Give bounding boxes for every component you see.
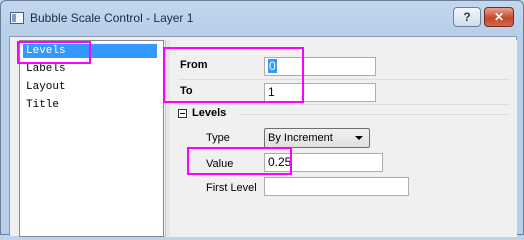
window-title: Bubble Scale Control - Layer 1: [30, 11, 194, 25]
settings-tree[interactable]: Levels Labels Layout Title: [19, 40, 164, 237]
type-selected-value: By Increment: [268, 132, 333, 144]
tree-item-labels[interactable]: Labels: [23, 62, 69, 76]
separator: [240, 114, 510, 115]
highlight-box-from-to: [163, 47, 304, 103]
separator: [178, 104, 510, 105]
tree-item-layout[interactable]: Layout: [23, 80, 69, 94]
title-bar[interactable]: Bubble Scale Control - Layer 1 ? ✕: [1, 1, 523, 35]
tree-item-title[interactable]: Title: [23, 98, 62, 112]
help-button[interactable]: ?: [453, 7, 481, 27]
highlight-box-value: [187, 147, 292, 175]
first-level-input[interactable]: [264, 177, 409, 196]
chevron-down-icon: [355, 136, 363, 140]
levels-section-title: Levels: [192, 107, 227, 119]
type-label: Type: [206, 132, 230, 144]
dialog-window: Bubble Scale Control - Layer 1 ? ✕ Level…: [0, 0, 524, 237]
window-icon: [10, 12, 24, 24]
close-button[interactable]: ✕: [484, 7, 514, 27]
first-level-label: First Level: [206, 182, 257, 194]
type-dropdown[interactable]: By Increment: [264, 128, 370, 148]
collapse-icon[interactable]: [178, 109, 187, 118]
highlight-box-levels-item: [17, 41, 91, 64]
